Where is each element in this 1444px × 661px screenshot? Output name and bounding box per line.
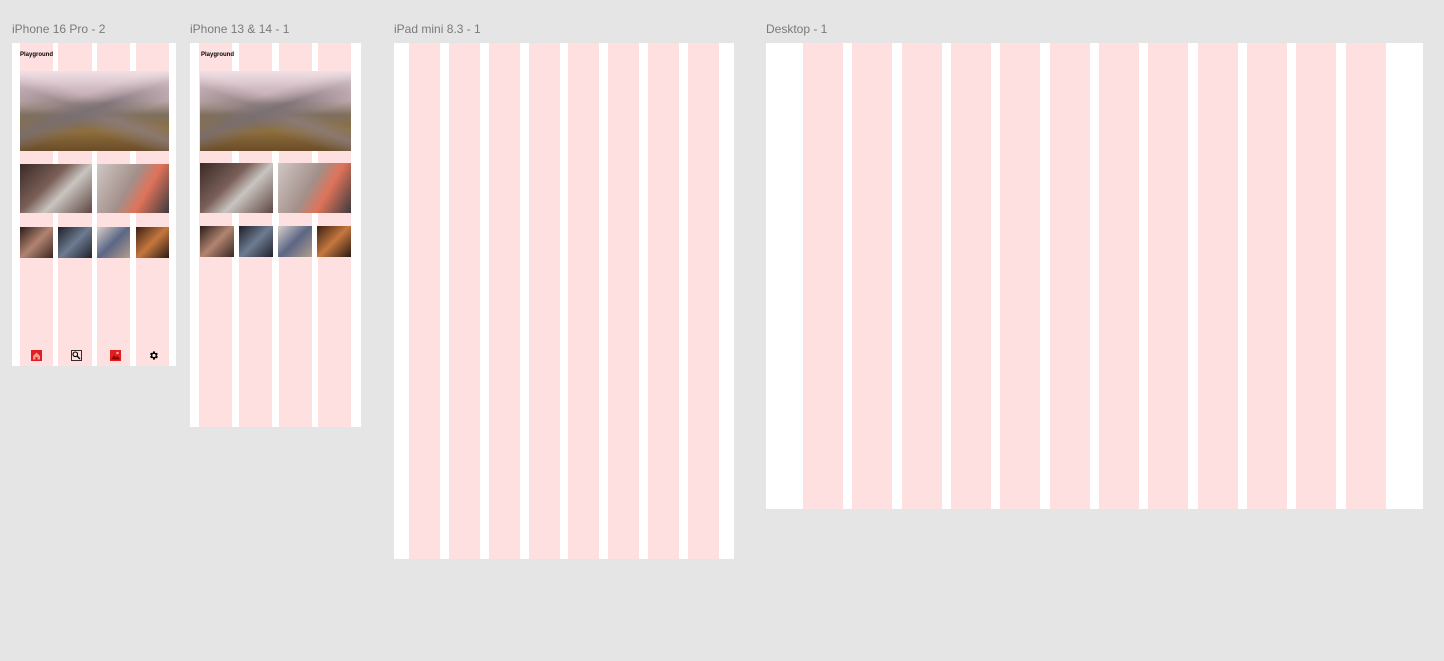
thumbnail-image[interactable] — [97, 227, 130, 258]
photo-image[interactable] — [278, 163, 351, 213]
frame-label-ipad-mini[interactable]: iPad mini 8.3 - 1 — [394, 22, 481, 36]
gallery-icon[interactable] — [109, 349, 121, 361]
search-icon[interactable] — [70, 349, 82, 361]
frame-ipad-mini[interactable] — [394, 43, 734, 559]
layout-grid-column — [1198, 43, 1238, 509]
hero-image[interactable] — [20, 71, 169, 151]
photo-image[interactable] — [97, 164, 169, 213]
layout-grid-column — [608, 43, 639, 559]
thumbnail-image[interactable] — [136, 227, 169, 258]
thumbnail-image[interactable] — [239, 226, 273, 257]
layout-grid-column — [688, 43, 719, 559]
layout-grid-column — [648, 43, 679, 559]
frame-label-desktop[interactable]: Desktop - 1 — [766, 22, 827, 36]
layout-grid-column — [449, 43, 480, 559]
layout-grid-column — [529, 43, 560, 559]
layout-grid-column — [1247, 43, 1287, 509]
layout-grid-column — [902, 43, 942, 509]
layout-grid-column — [1346, 43, 1386, 509]
photo-image[interactable] — [20, 164, 92, 213]
layout-grid-column — [1148, 43, 1188, 509]
layout-grid-column — [1296, 43, 1336, 509]
thumbnail-image[interactable] — [200, 226, 234, 257]
app-title: Playground — [201, 52, 235, 58]
thumbnail-image[interactable] — [58, 227, 92, 258]
thumbnail-image[interactable] — [278, 226, 312, 257]
gear-icon[interactable] — [147, 349, 159, 361]
layout-grid-column — [852, 43, 892, 509]
frame-desktop[interactable] — [766, 43, 1423, 509]
photo-image[interactable] — [200, 163, 273, 213]
frame-label-iphone-16-pro[interactable]: iPhone 16 Pro - 2 — [12, 22, 105, 36]
layout-grid-column — [803, 43, 843, 509]
layout-grid-column — [1000, 43, 1040, 509]
layout-grid-column — [489, 43, 520, 559]
layout-grid-column — [1050, 43, 1090, 509]
app-title: Playground — [20, 52, 54, 58]
layout-grid-column — [1099, 43, 1139, 509]
frame-iphone-13-14[interactable]: Playground — [190, 43, 361, 427]
frame-iphone-16-pro[interactable]: Playground — [12, 43, 176, 366]
hero-image[interactable] — [200, 71, 351, 151]
home-icon[interactable] — [30, 349, 42, 361]
layout-grid-column — [951, 43, 991, 509]
layout-grid-column — [409, 43, 440, 559]
frame-label-iphone-13-14[interactable]: iPhone 13 & 14 - 1 — [190, 22, 289, 36]
thumbnail-image[interactable] — [317, 226, 351, 257]
thumbnail-image[interactable] — [20, 227, 53, 258]
layout-grid-column — [568, 43, 599, 559]
